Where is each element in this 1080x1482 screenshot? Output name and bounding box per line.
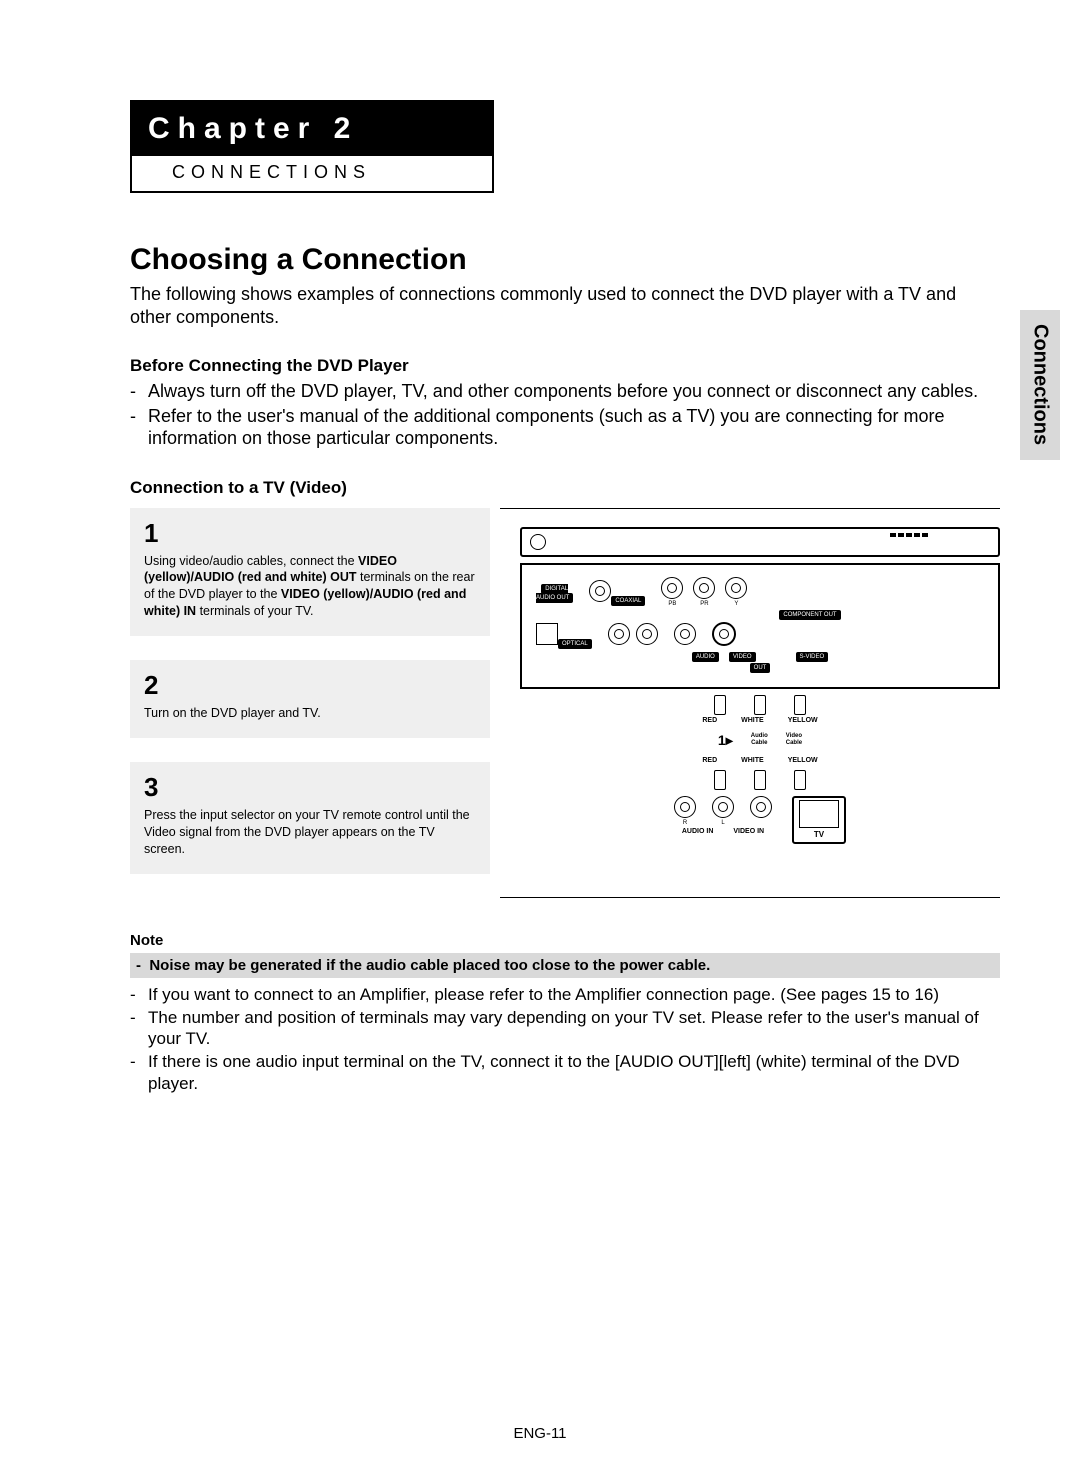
tv-jacks-icon: R L AUDIO IN VIDEO IN [674, 796, 772, 835]
note-highlight: - Noise may be generated if the audio ca… [130, 953, 1000, 978]
jack-icon [636, 623, 658, 645]
step-body: Using video/audio cables, connect the VI… [144, 553, 476, 621]
section-intro: The following shows examples of connecti… [130, 283, 1000, 328]
label-coaxial: COAXIAL [611, 596, 645, 606]
plug-icon [794, 770, 806, 790]
label-component: COMPONENT OUT [779, 610, 840, 620]
chapter-label: Chapter 2 [132, 102, 492, 156]
side-tab-label: Connections [1029, 324, 1052, 445]
before-heading: Before Connecting the DVD Player [130, 356, 1000, 376]
step-2: 2 Turn on the DVD player and TV. [130, 660, 490, 738]
step-1: 1 Using video/audio cables, connect the … [130, 508, 490, 637]
jack-icon [608, 623, 630, 645]
note-heading: Note [130, 932, 1000, 949]
step-number: 2 [144, 670, 476, 701]
plug-icon [714, 695, 726, 715]
label-digital: DIGITAL AUDIO OUT [536, 584, 573, 603]
step-ref-1: 1▸ [718, 732, 733, 749]
optical-jack-icon [536, 623, 558, 645]
note-item: The number and position of terminals may… [148, 1007, 1000, 1050]
jack-icon [661, 577, 683, 599]
connection-diagram: DIGITAL AUDIO OUT COAXIAL PB PR Y COMPON… [500, 508, 1000, 898]
step-body: Press the input selector on your TV remo… [144, 807, 476, 858]
step-3: 3 Press the input selector on your TV re… [130, 762, 490, 874]
label-out: OUT [750, 663, 771, 673]
jack-icon [589, 580, 611, 602]
before-item: Refer to the user's manual of the additi… [148, 405, 1000, 450]
svideo-jack-icon [712, 622, 736, 646]
chapter-subtitle: CONNECTIONS [132, 156, 492, 191]
side-tab: Connections [1020, 310, 1060, 460]
chapter-box: Chapter 2 CONNECTIONS [130, 100, 494, 193]
plug-icon [754, 695, 766, 715]
step-number: 3 [144, 772, 476, 803]
tvconn-heading: Connection to a TV (Video) [130, 478, 1000, 498]
before-item: Always turn off the DVD player, TV, and … [148, 380, 978, 403]
tv-icon: TV [792, 796, 846, 844]
label-optical: OPTICAL [558, 639, 592, 649]
plug-icon [714, 770, 726, 790]
note-item: If you want to connect to an Amplifier, … [148, 984, 939, 1005]
dvd-back-panel-icon: DIGITAL AUDIO OUT COAXIAL PB PR Y COMPON… [520, 563, 1000, 689]
step-number: 1 [144, 518, 476, 549]
jack-icon [674, 623, 696, 645]
note-item: If there is one audio input terminal on … [148, 1051, 1000, 1094]
jack-icon [693, 577, 715, 599]
dvd-player-front-icon [520, 527, 1000, 557]
note-list: -If you want to connect to an Amplifier,… [130, 984, 1000, 1094]
before-list: -Always turn off the DVD player, TV, and… [130, 380, 1000, 450]
jack-icon [725, 577, 747, 599]
section-title: Choosing a Connection [130, 243, 1000, 277]
page-number: ENG-11 [0, 1425, 1080, 1442]
plug-icon [794, 695, 806, 715]
step-body: Turn on the DVD player and TV. [144, 705, 476, 722]
plug-icon [754, 770, 766, 790]
